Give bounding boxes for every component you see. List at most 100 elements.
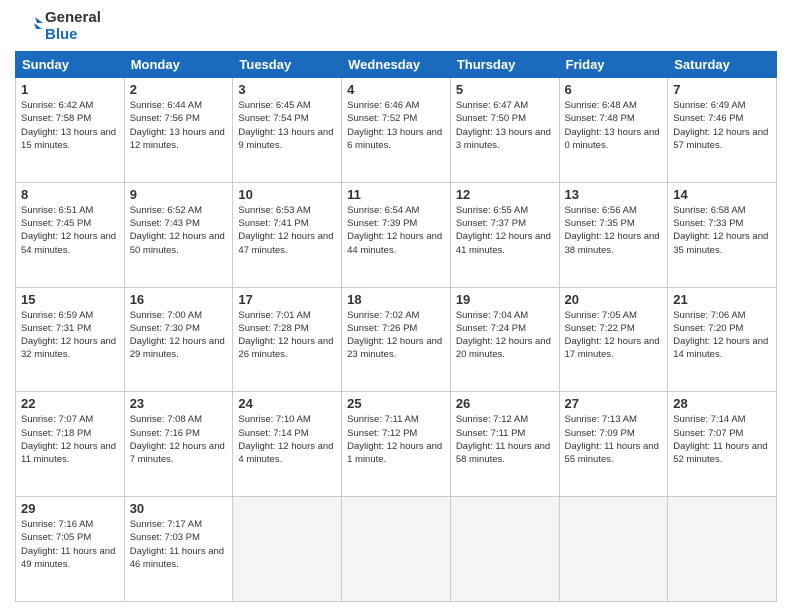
day-info: Sunrise: 6:47 AM Sunset: 7:50 PM Dayligh… [456, 99, 554, 152]
calendar-week-row: 22 Sunrise: 7:07 AM Sunset: 7:18 PM Dayl… [16, 392, 777, 497]
day-number: 20 [565, 292, 663, 307]
logo: General Blue [15, 10, 101, 43]
day-number: 25 [347, 396, 445, 411]
day-info: Sunrise: 6:56 AM Sunset: 7:35 PM Dayligh… [565, 204, 663, 257]
calendar-table: Sunday Monday Tuesday Wednesday Thursday… [15, 51, 777, 602]
calendar-day-cell: 19 Sunrise: 7:04 AM Sunset: 7:24 PM Dayl… [450, 287, 559, 392]
day-number: 21 [673, 292, 771, 307]
calendar-day-cell: 27 Sunrise: 7:13 AM Sunset: 7:09 PM Dayl… [559, 392, 668, 497]
day-number: 15 [21, 292, 119, 307]
day-number: 5 [456, 82, 554, 97]
day-number: 7 [673, 82, 771, 97]
calendar-day-cell: 29 Sunrise: 7:16 AM Sunset: 7:05 PM Dayl… [16, 497, 125, 602]
day-info: Sunrise: 7:07 AM Sunset: 7:18 PM Dayligh… [21, 413, 119, 466]
day-info: Sunrise: 7:08 AM Sunset: 7:16 PM Dayligh… [130, 413, 228, 466]
logo-text-general: General [45, 10, 101, 27]
day-info: Sunrise: 6:48 AM Sunset: 7:48 PM Dayligh… [565, 99, 663, 152]
calendar-day-cell: 22 Sunrise: 7:07 AM Sunset: 7:18 PM Dayl… [16, 392, 125, 497]
calendar-day-cell: 18 Sunrise: 7:02 AM Sunset: 7:26 PM Dayl… [342, 287, 451, 392]
day-info: Sunrise: 7:12 AM Sunset: 7:11 PM Dayligh… [456, 413, 554, 466]
page-container: General Blue Sunday Monday Tuesday Wedne… [0, 0, 792, 612]
calendar-day-cell: 10 Sunrise: 6:53 AM Sunset: 7:41 PM Dayl… [233, 182, 342, 287]
day-info: Sunrise: 6:55 AM Sunset: 7:37 PM Dayligh… [456, 204, 554, 257]
calendar-day-cell: 13 Sunrise: 6:56 AM Sunset: 7:35 PM Dayl… [559, 182, 668, 287]
calendar-day-cell: 6 Sunrise: 6:48 AM Sunset: 7:48 PM Dayli… [559, 78, 668, 183]
calendar-day-cell: 20 Sunrise: 7:05 AM Sunset: 7:22 PM Dayl… [559, 287, 668, 392]
day-number: 8 [21, 187, 119, 202]
calendar-day-cell: 17 Sunrise: 7:01 AM Sunset: 7:28 PM Dayl… [233, 287, 342, 392]
day-info: Sunrise: 6:49 AM Sunset: 7:46 PM Dayligh… [673, 99, 771, 152]
day-number: 1 [21, 82, 119, 97]
day-info: Sunrise: 6:58 AM Sunset: 7:33 PM Dayligh… [673, 204, 771, 257]
day-number: 29 [21, 501, 119, 516]
calendar-week-row: 8 Sunrise: 6:51 AM Sunset: 7:45 PM Dayli… [16, 182, 777, 287]
calendar-day-cell [342, 497, 451, 602]
day-info: Sunrise: 6:52 AM Sunset: 7:43 PM Dayligh… [130, 204, 228, 257]
calendar-day-cell [233, 497, 342, 602]
col-friday: Friday [559, 52, 668, 78]
day-number: 13 [565, 187, 663, 202]
day-info: Sunrise: 7:00 AM Sunset: 7:30 PM Dayligh… [130, 309, 228, 362]
day-info: Sunrise: 7:05 AM Sunset: 7:22 PM Dayligh… [565, 309, 663, 362]
day-number: 26 [456, 396, 554, 411]
calendar-day-cell [450, 497, 559, 602]
col-sunday: Sunday [16, 52, 125, 78]
day-number: 16 [130, 292, 228, 307]
day-number: 3 [238, 82, 336, 97]
day-info: Sunrise: 7:10 AM Sunset: 7:14 PM Dayligh… [238, 413, 336, 466]
calendar-day-cell: 7 Sunrise: 6:49 AM Sunset: 7:46 PM Dayli… [668, 78, 777, 183]
logo-icon [15, 13, 43, 41]
day-number: 10 [238, 187, 336, 202]
day-info: Sunrise: 6:44 AM Sunset: 7:56 PM Dayligh… [130, 99, 228, 152]
calendar-day-cell: 23 Sunrise: 7:08 AM Sunset: 7:16 PM Dayl… [124, 392, 233, 497]
calendar-day-cell: 30 Sunrise: 7:17 AM Sunset: 7:03 PM Dayl… [124, 497, 233, 602]
day-number: 19 [456, 292, 554, 307]
calendar-week-row: 1 Sunrise: 6:42 AM Sunset: 7:58 PM Dayli… [16, 78, 777, 183]
calendar-day-cell: 24 Sunrise: 7:10 AM Sunset: 7:14 PM Dayl… [233, 392, 342, 497]
day-number: 11 [347, 187, 445, 202]
day-number: 22 [21, 396, 119, 411]
calendar-day-cell: 3 Sunrise: 6:45 AM Sunset: 7:54 PM Dayli… [233, 78, 342, 183]
day-number: 12 [456, 187, 554, 202]
day-info: Sunrise: 6:54 AM Sunset: 7:39 PM Dayligh… [347, 204, 445, 257]
day-number: 17 [238, 292, 336, 307]
calendar-day-cell: 11 Sunrise: 6:54 AM Sunset: 7:39 PM Dayl… [342, 182, 451, 287]
calendar-day-cell: 5 Sunrise: 6:47 AM Sunset: 7:50 PM Dayli… [450, 78, 559, 183]
day-info: Sunrise: 6:42 AM Sunset: 7:58 PM Dayligh… [21, 99, 119, 152]
calendar-day-cell [559, 497, 668, 602]
day-info: Sunrise: 7:06 AM Sunset: 7:20 PM Dayligh… [673, 309, 771, 362]
day-number: 23 [130, 396, 228, 411]
calendar-day-cell: 9 Sunrise: 6:52 AM Sunset: 7:43 PM Dayli… [124, 182, 233, 287]
day-info: Sunrise: 6:45 AM Sunset: 7:54 PM Dayligh… [238, 99, 336, 152]
day-number: 18 [347, 292, 445, 307]
calendar-day-cell: 15 Sunrise: 6:59 AM Sunset: 7:31 PM Dayl… [16, 287, 125, 392]
day-info: Sunrise: 7:16 AM Sunset: 7:05 PM Dayligh… [21, 518, 119, 571]
calendar-header-row: Sunday Monday Tuesday Wednesday Thursday… [16, 52, 777, 78]
calendar-day-cell: 14 Sunrise: 6:58 AM Sunset: 7:33 PM Dayl… [668, 182, 777, 287]
day-number: 2 [130, 82, 228, 97]
calendar-day-cell: 4 Sunrise: 6:46 AM Sunset: 7:52 PM Dayli… [342, 78, 451, 183]
day-number: 6 [565, 82, 663, 97]
day-info: Sunrise: 6:53 AM Sunset: 7:41 PM Dayligh… [238, 204, 336, 257]
calendar-day-cell: 28 Sunrise: 7:14 AM Sunset: 7:07 PM Dayl… [668, 392, 777, 497]
col-saturday: Saturday [668, 52, 777, 78]
calendar-day-cell: 21 Sunrise: 7:06 AM Sunset: 7:20 PM Dayl… [668, 287, 777, 392]
day-info: Sunrise: 7:14 AM Sunset: 7:07 PM Dayligh… [673, 413, 771, 466]
day-info: Sunrise: 6:59 AM Sunset: 7:31 PM Dayligh… [21, 309, 119, 362]
day-info: Sunrise: 7:04 AM Sunset: 7:24 PM Dayligh… [456, 309, 554, 362]
day-info: Sunrise: 7:02 AM Sunset: 7:26 PM Dayligh… [347, 309, 445, 362]
calendar-day-cell: 2 Sunrise: 6:44 AM Sunset: 7:56 PM Dayli… [124, 78, 233, 183]
day-info: Sunrise: 6:46 AM Sunset: 7:52 PM Dayligh… [347, 99, 445, 152]
col-tuesday: Tuesday [233, 52, 342, 78]
calendar-day-cell: 16 Sunrise: 7:00 AM Sunset: 7:30 PM Dayl… [124, 287, 233, 392]
logo-text-blue: Blue [45, 27, 101, 44]
col-wednesday: Wednesday [342, 52, 451, 78]
day-info: Sunrise: 7:13 AM Sunset: 7:09 PM Dayligh… [565, 413, 663, 466]
day-number: 27 [565, 396, 663, 411]
day-number: 9 [130, 187, 228, 202]
day-number: 28 [673, 396, 771, 411]
calendar-day-cell: 26 Sunrise: 7:12 AM Sunset: 7:11 PM Dayl… [450, 392, 559, 497]
calendar-day-cell: 8 Sunrise: 6:51 AM Sunset: 7:45 PM Dayli… [16, 182, 125, 287]
day-number: 24 [238, 396, 336, 411]
col-thursday: Thursday [450, 52, 559, 78]
